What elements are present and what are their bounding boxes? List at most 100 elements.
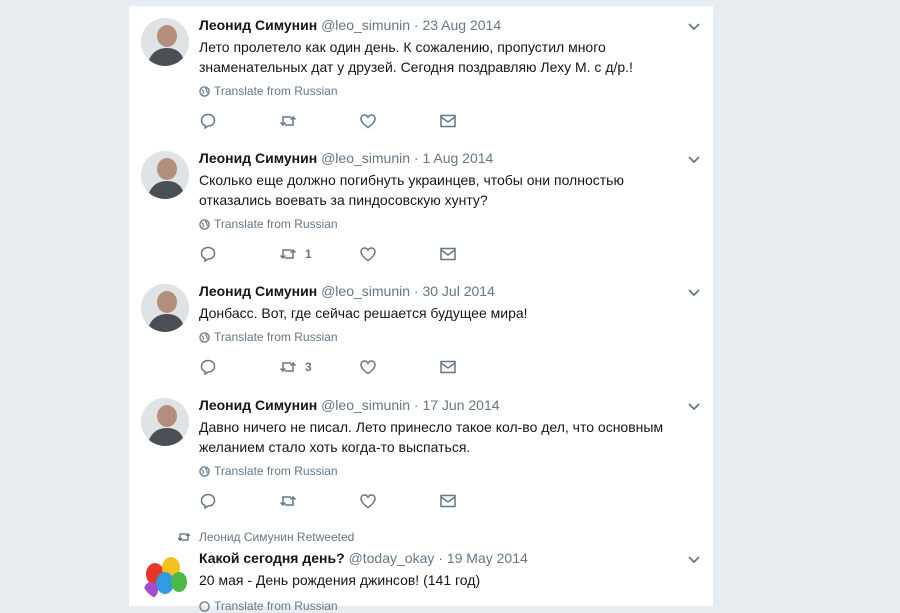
translate-link[interactable]: Translate from Russian (199, 599, 338, 613)
retweet-icon (279, 361, 297, 373)
retweet-count: 3 (305, 360, 312, 374)
separator: · (413, 17, 419, 33)
avatar[interactable] (141, 552, 189, 600)
retweet-count: 1 (305, 247, 312, 261)
globe-icon (199, 465, 210, 477)
retweet-icon (279, 115, 297, 127)
translate-label: Translate from Russian (214, 217, 338, 231)
avatar[interactable] (141, 284, 189, 332)
message-button[interactable] (439, 245, 519, 263)
tweet-header: Леонид Симунин @leo_simunin · 30 Jul 201… (199, 283, 495, 299)
translate-label: Translate from Russian (214, 84, 338, 98)
retweet-button[interactable]: 1 (279, 245, 359, 263)
like-icon (360, 247, 376, 262)
message-icon (440, 247, 456, 261)
tweet-retweeted[interactable]: Леонид Симунин Retweeted Какой сегодня д… (129, 520, 713, 613)
reply-button[interactable] (199, 245, 279, 263)
reply-button[interactable] (199, 112, 279, 130)
separator: · (413, 283, 419, 299)
tweet-actions: 1 (199, 245, 519, 263)
globe-icon (199, 218, 210, 230)
tweet-actions (199, 492, 519, 510)
message-icon (440, 494, 456, 508)
tweet-header: Какой сегодня день? @today_okay · 19 May… (199, 550, 528, 566)
tweet-text: Донбасс. Вот, где сейчас решается будуще… (199, 305, 528, 321)
tweet-date[interactable]: 30 Jul 2014 (422, 283, 494, 299)
tweet[interactable]: Леонид Симунин @leo_simunin · 17 Jun 201… (129, 386, 713, 521)
globe-icon (199, 600, 210, 612)
tweet-date[interactable]: 19 May 2014 (447, 550, 528, 566)
retweeted-text: Леонид Симунин Retweeted (199, 530, 355, 544)
separator: · (438, 550, 443, 566)
tweet-actions (199, 112, 519, 130)
translate-link[interactable]: Translate from Russian (199, 464, 338, 478)
timeline: Леонид Симунин @leo_simunin · 23 Aug 201… (128, 6, 714, 613)
retweet-icon (279, 248, 297, 260)
separator: · (413, 150, 419, 166)
translate-link[interactable]: Translate from Russian (199, 330, 338, 344)
author-handle[interactable]: @leo_simunin (321, 397, 410, 413)
tweet-date[interactable]: 23 Aug 2014 (422, 17, 501, 33)
retweet-button[interactable]: 3 (279, 358, 359, 376)
tweet[interactable]: Леонид Симунин @leo_simunin · 23 Aug 201… (129, 6, 713, 140)
author-name[interactable]: Какой сегодня день? (199, 550, 345, 566)
caret-down-icon[interactable] (687, 20, 701, 34)
reply-icon (200, 359, 216, 376)
author-name[interactable]: Леонид Симунин (199, 150, 317, 166)
author-handle[interactable]: @leo_simunin (321, 150, 410, 166)
separator: · (413, 397, 419, 413)
reply-button[interactable] (199, 492, 279, 510)
tweet-text: Сколько еще должно погибнуть украинцев, … (199, 172, 624, 208)
caret-down-icon[interactable] (687, 153, 701, 167)
reply-button[interactable] (199, 358, 279, 376)
tweet-header: Леонид Симунин @leo_simunin · 1 Aug 2014 (199, 150, 493, 166)
retweet-button[interactable] (279, 492, 359, 510)
author-handle[interactable]: @leo_simunin (321, 283, 410, 299)
avatar[interactable] (141, 398, 189, 446)
like-icon (360, 114, 376, 129)
tweet[interactable]: Леонид Симунин @leo_simunin · 30 Jul 201… (129, 272, 713, 387)
tweet-date[interactable]: 17 Jun 2014 (422, 397, 499, 413)
message-icon (440, 114, 456, 128)
tweet-text: 20 мая - День рождения джинсов! (141 год… (199, 572, 481, 588)
like-icon (360, 360, 376, 375)
retweet-button[interactable] (279, 112, 359, 130)
translate-label: Translate from Russian (214, 599, 338, 613)
tweet-header: Леонид Симунин @leo_simunin · 17 Jun 201… (199, 397, 500, 413)
author-name[interactable]: Леонид Симунин (199, 283, 317, 299)
caret-down-icon[interactable] (687, 553, 701, 567)
translate-label: Translate from Russian (214, 330, 338, 344)
translate-link[interactable]: Translate from Russian (199, 217, 338, 231)
author-name[interactable]: Леонид Симунин (199, 17, 317, 33)
tweet-text: Давно ничего не писал. Лето принесло так… (199, 419, 664, 455)
message-button[interactable] (439, 358, 519, 376)
message-button[interactable] (439, 112, 519, 130)
message-icon (440, 360, 456, 374)
tweet-date[interactable]: 1 Aug 2014 (422, 150, 493, 166)
author-handle[interactable]: @today_okay (349, 550, 435, 566)
retweet-icon (177, 532, 191, 542)
like-button[interactable] (359, 358, 439, 376)
globe-icon (199, 331, 210, 343)
caret-down-icon[interactable] (687, 286, 701, 300)
tweet-text: Лето пролетело как один день. К сожалени… (199, 39, 633, 75)
reply-icon (200, 113, 216, 130)
translate-link[interactable]: Translate from Russian (199, 84, 338, 98)
like-button[interactable] (359, 245, 439, 263)
message-button[interactable] (439, 492, 519, 510)
reply-icon (200, 493, 216, 510)
tweet-header: Леонид Симунин @leo_simunin · 23 Aug 201… (199, 17, 501, 33)
avatar[interactable] (141, 18, 189, 66)
retweeted-label[interactable]: Леонид Симунин Retweeted (177, 530, 354, 544)
avatar[interactable] (141, 151, 189, 199)
tweet[interactable]: Леонид Симунин @leo_simunin · 1 Aug 2014… (129, 139, 713, 273)
like-icon (360, 494, 376, 509)
caret-down-icon[interactable] (687, 400, 701, 414)
translate-label: Translate from Russian (214, 464, 338, 478)
like-button[interactable] (359, 112, 439, 130)
like-button[interactable] (359, 492, 439, 510)
retweet-icon (279, 495, 297, 507)
author-handle[interactable]: @leo_simunin (321, 17, 410, 33)
author-name[interactable]: Леонид Симунин (199, 397, 317, 413)
globe-icon (199, 85, 210, 97)
